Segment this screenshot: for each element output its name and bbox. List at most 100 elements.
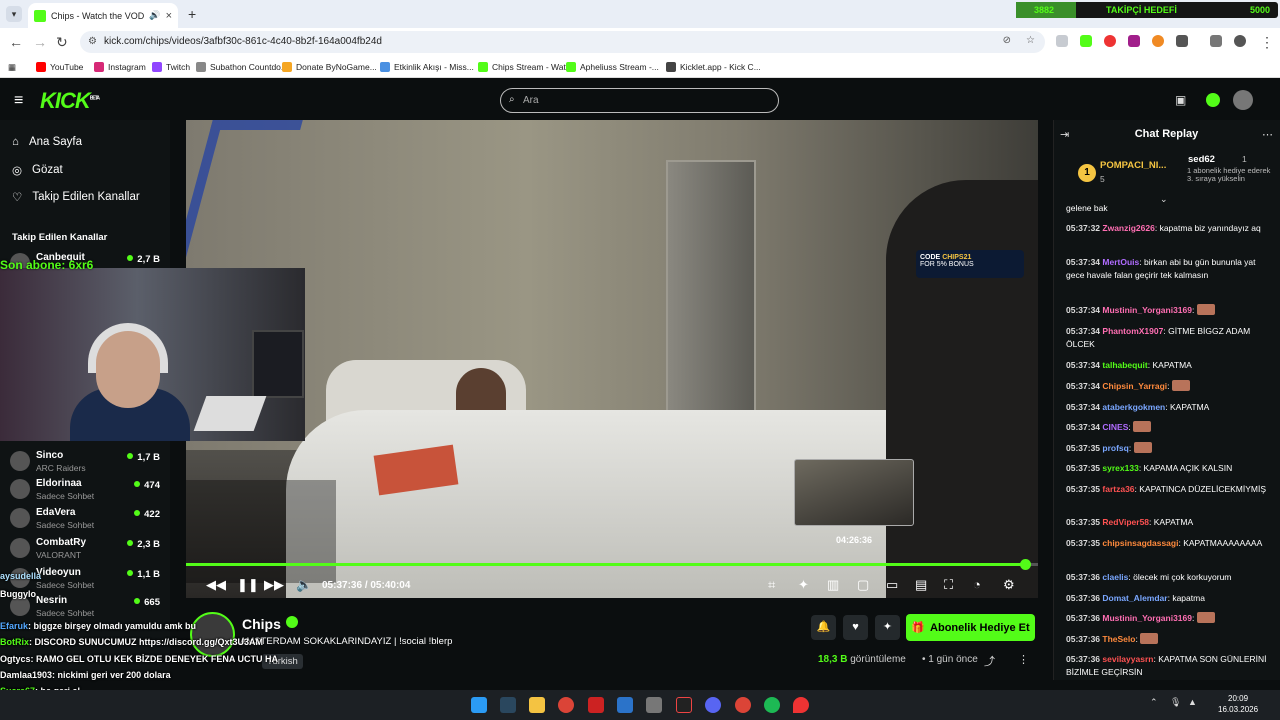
obs-icon[interactable] <box>676 697 692 713</box>
sidebar-channel[interactable]: EdaVera Sadece Sohbet 422 <box>10 505 160 533</box>
chat-options-icon[interactable]: ⋯ <box>1262 128 1273 141</box>
chrome-icon[interactable] <box>558 697 574 713</box>
channel-name[interactable]: Chips <box>242 616 281 632</box>
seek-bar[interactable] <box>186 559 1038 570</box>
bookmark-item[interactable]: Kicklet.app - Kick C... <box>666 60 761 74</box>
bookmark-item[interactable]: Apheliuss Stream -... <box>566 60 659 74</box>
chat-username[interactable]: Domat_Alemdar <box>1102 593 1167 603</box>
forward-icon-player[interactable]: ▶▶ <box>264 577 284 593</box>
app-icon-red[interactable] <box>588 697 604 713</box>
extension-record-icon[interactable] <box>1104 35 1116 47</box>
chrome-active-icon[interactable] <box>735 697 751 713</box>
menu-hamburger-icon[interactable]: ≡ <box>14 92 23 110</box>
sidebar-channel[interactable]: Sinco ARC Raiders 1,7 B <box>10 448 160 476</box>
extension-shield-icon[interactable] <box>1056 35 1068 47</box>
top-gifter-name[interactable]: POMPACI_NI... <box>1100 160 1166 171</box>
chat-username[interactable]: Mustinin_Yorgani3169 <box>1102 305 1192 315</box>
profile-avatar-icon[interactable] <box>1234 35 1246 47</box>
sidebar-channel[interactable]: Eldorinaa Sadece Sohbet 474 <box>10 476 160 504</box>
chat-username[interactable]: fartza36 <box>1102 484 1134 494</box>
apps-grid-icon[interactable]: ▦ <box>8 60 16 74</box>
sparkle-button[interactable]: ✦ <box>875 615 900 640</box>
tray-chevron-icon[interactable]: ⌃ <box>1150 697 1158 708</box>
app-icon-blue[interactable] <box>617 697 633 713</box>
address-bar[interactable]: ⚙ kick.com/chips/videos/3afbf30c-861c-4c… <box>80 31 1045 53</box>
bookmark-item[interactable]: Subathon Countdo... <box>196 60 288 74</box>
start-windows-icon[interactable] <box>471 697 487 713</box>
steam-icon[interactable] <box>500 697 516 713</box>
sidebar-nav-item[interactable]: ⌂ Ana Sayfa <box>12 136 82 148</box>
browser-menu-icon[interactable]: ⋮ <box>1260 34 1274 51</box>
gift-subscription-button[interactable]: 🎁 Abonelik Hediye Et <box>906 614 1035 641</box>
bookmark-item[interactable]: Etkinlik Akışı - Miss... <box>380 60 474 74</box>
reload-icon[interactable]: ↻ <box>56 34 68 51</box>
stats-icon[interactable]: ▥ <box>827 577 839 593</box>
chat-username[interactable]: syrex133 <box>1102 463 1138 473</box>
miniplayer-icon[interactable]: ▤ <box>915 577 927 593</box>
sidebar-channel[interactable]: CombatRy VALORANT 2,3 B <box>10 535 160 563</box>
volume-icon[interactable]: 🔈 <box>296 577 312 593</box>
spotify-icon[interactable] <box>764 697 780 713</box>
browser-tab[interactable]: Chips - Watch the VOD on 🔊 × <box>28 3 178 28</box>
chat-username[interactable]: ataberkgokmen <box>1102 402 1165 412</box>
chat-username[interactable]: RedViper58 <box>1102 517 1149 527</box>
bookmark-item[interactable]: YouTube <box>36 60 83 74</box>
chat-username[interactable]: talhabequit <box>1102 360 1147 370</box>
bookmark-star-icon[interactable]: ☆ <box>1026 35 1035 46</box>
chat-username[interactable]: PhantomX1907 <box>1102 326 1163 336</box>
notification-bell-button[interactable]: 🔔 <box>811 615 836 640</box>
bookmark-item[interactable]: Instagram <box>94 60 146 74</box>
share-icon[interactable]: ⤴ <box>984 653 995 669</box>
close-tab-icon[interactable]: × <box>166 10 172 22</box>
follow-heart-button[interactable]: ♥ <box>843 615 868 640</box>
bookmark-item[interactable]: Twitch <box>152 60 190 74</box>
rewind-icon[interactable]: ◀◀ <box>206 577 226 593</box>
pause-icon[interactable]: ❚❚ <box>237 577 259 593</box>
settings-gear-icon[interactable]: ⚙ <box>1003 577 1015 593</box>
file-explorer-icon[interactable] <box>529 697 545 713</box>
new-tab-button[interactable]: + <box>188 6 196 22</box>
user-avatar[interactable] <box>1233 90 1253 110</box>
app-icon-gray[interactable] <box>646 697 662 713</box>
chat-username[interactable]: Zwanzig2626 <box>1102 223 1154 233</box>
theater-icon[interactable]: ▣ <box>1175 93 1186 107</box>
discord-icon[interactable] <box>705 697 721 713</box>
gifter-name[interactable]: sed62 <box>1188 154 1215 165</box>
back-icon[interactable]: ← <box>9 34 23 50</box>
chat-username[interactable]: Chipsin_Yarragi <box>1102 381 1167 391</box>
kick-logo[interactable]: KICKBETA <box>40 88 100 114</box>
extensions-puzzle-icon[interactable] <box>1176 35 1188 47</box>
sidebar-nav-item[interactable]: ◎ Gözat <box>12 163 63 177</box>
mic-icon[interactable]: 🎙 <box>1170 697 1181 708</box>
kick-points-icon[interactable] <box>1206 93 1220 107</box>
clip-crop-icon[interactable]: ⌗ <box>768 577 775 593</box>
system-clock[interactable]: 20:09 16.03.2026 <box>1218 693 1258 715</box>
chat-username[interactable]: chipsinsagdassagi <box>1102 538 1178 548</box>
chat-username[interactable]: claelis <box>1102 572 1128 582</box>
bookmark-item[interactable]: Donate ByNoGame... <box>282 60 377 74</box>
chat-username[interactable]: profsq <box>1102 443 1128 453</box>
search-input[interactable]: ⌕ Ara <box>500 88 779 113</box>
pip-icon[interactable]: ▢ <box>857 577 869 593</box>
app-icon-pin[interactable] <box>793 697 809 713</box>
fullscreen-icon[interactable]: ⛶ <box>944 577 953 593</box>
theater-mode-icon[interactable]: ▭ <box>886 577 898 593</box>
eye-off-icon[interactable]: ⊘ <box>1003 35 1011 46</box>
more-options-icon[interactable]: ⋮ <box>1018 653 1029 666</box>
sparkle-icon[interactable]: ✦ <box>798 577 809 593</box>
extension-kick-icon[interactable] <box>1080 35 1092 47</box>
network-icon[interactable]: ▲ <box>1188 697 1197 707</box>
forward-icon[interactable]: → <box>33 34 47 50</box>
chat-username[interactable]: MertOuis <box>1102 257 1139 267</box>
chat-username[interactable]: TheSelo <box>1102 634 1135 644</box>
bookmark-item[interactable]: Chips Stream - Wat... <box>478 60 573 74</box>
chat-username[interactable]: Mustinin_Yorgani3169 <box>1102 613 1192 623</box>
chat-username[interactable]: CINES <box>1102 422 1128 432</box>
chat-username[interactable]: sevilayyasrn <box>1102 654 1153 664</box>
channel-avatar[interactable] <box>190 612 235 657</box>
sidebar-nav-item[interactable]: ♡ Takip Edilen Kanallar <box>12 190 140 204</box>
tab-search-button[interactable]: ▾ <box>6 6 22 22</box>
site-info-icon[interactable]: ⚙ <box>88 36 97 47</box>
extension-orange-icon[interactable] <box>1152 35 1164 47</box>
extension-twitch-icon[interactable] <box>1128 35 1140 47</box>
